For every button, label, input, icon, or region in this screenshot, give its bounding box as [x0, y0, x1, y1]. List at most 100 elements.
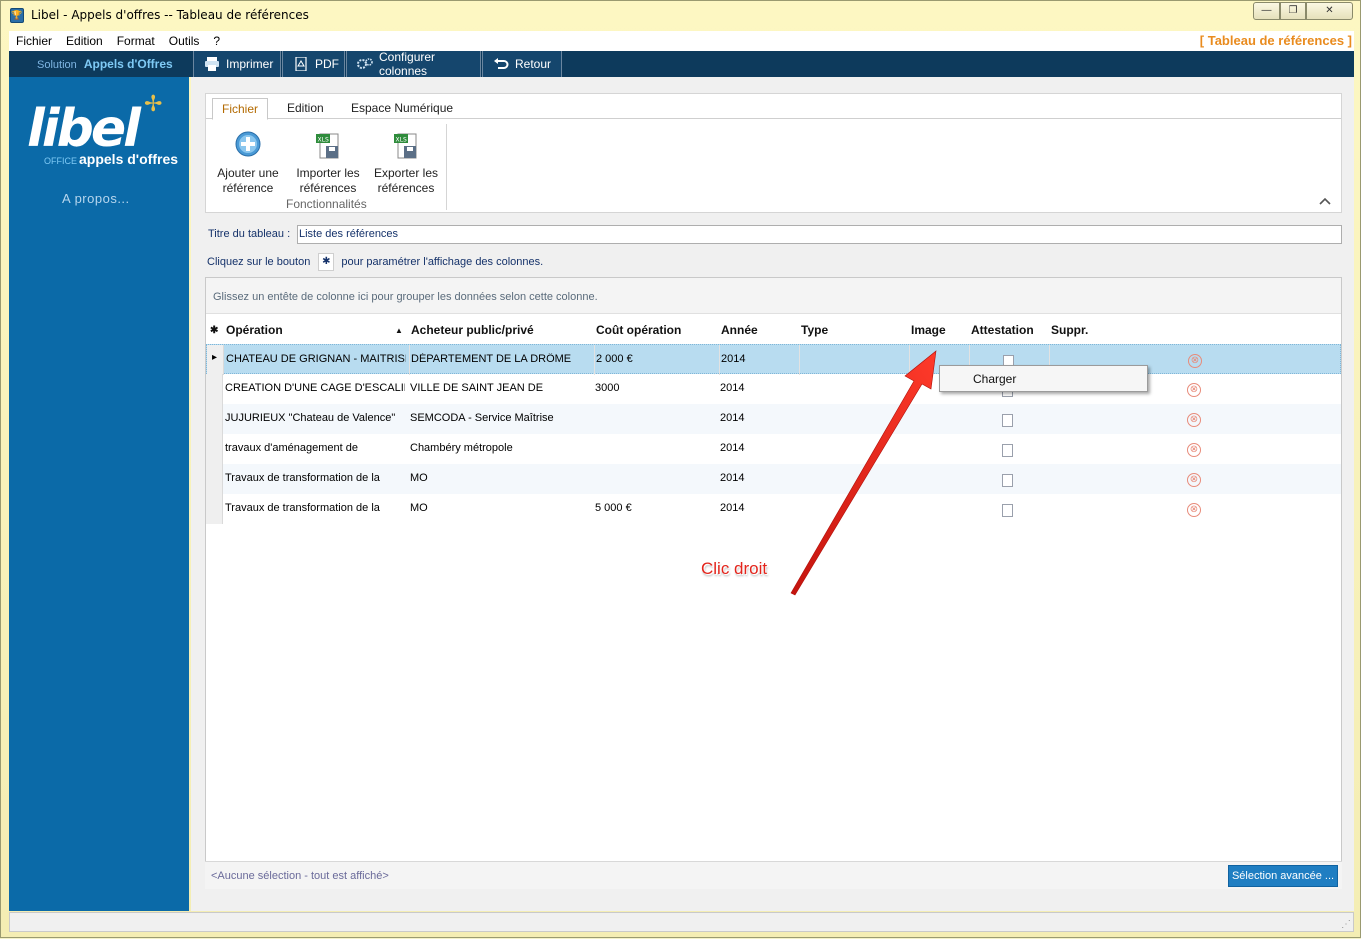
add-reference-line1: Ajouter une [217, 166, 279, 180]
hint-text-before: Cliquez sur le bouton [207, 256, 311, 268]
pdf-button[interactable]: PDF [282, 51, 345, 77]
tab-espace-numerique[interactable]: Espace Numérique [342, 98, 462, 120]
ribbon-tabs: Fichier Edition Espace Numérique [206, 94, 1341, 120]
menu-format[interactable]: Format [110, 34, 162, 48]
attestation-checkbox[interactable] [1002, 504, 1013, 517]
import-references-line2: références [299, 181, 357, 195]
delete-icon[interactable]: ⊗ [1187, 383, 1201, 397]
xls-import-icon: XLS [312, 130, 344, 162]
delete-icon[interactable]: ⊗ [1187, 473, 1201, 487]
header-suppr[interactable]: Suppr. [1051, 323, 1088, 337]
header-image[interactable]: Image [911, 323, 946, 337]
header-operation[interactable]: Opération [226, 323, 283, 337]
table-row[interactable]: CREATION D'UNE CAGE D'ESCALIER VILLE DE … [206, 374, 1341, 404]
export-references-line2: références [377, 181, 435, 195]
main-content: Fichier Edition Espace Numérique Ajouter… [191, 77, 1354, 911]
cell-divider [799, 345, 800, 375]
cell-divider [909, 345, 910, 375]
cell-operation: Travaux de transformation de la [225, 472, 380, 484]
logo-office: OFFICE [44, 156, 77, 166]
collapse-ribbon-icon[interactable] [1319, 194, 1331, 208]
cell-acheteur: VILLE DE SAINT JEAN DE [410, 382, 544, 394]
header-cout[interactable]: Coût opération [596, 323, 681, 337]
selection-status: <Aucune sélection - tout est affiché> [211, 870, 389, 882]
cell-divider [594, 345, 595, 375]
menu-help[interactable]: ? [206, 34, 227, 48]
attestation-checkbox[interactable] [1002, 474, 1013, 487]
row-indicator [206, 404, 223, 434]
header-annee[interactable]: Année [721, 323, 758, 337]
group-by-panel[interactable]: Glissez un entête de colonne ici pour gr… [206, 278, 1341, 314]
sort-ascending-icon: ▲ [395, 326, 403, 335]
cell-annee: 2014 [720, 502, 745, 514]
main-toolbar: Solution Appels d'Offres Imprimer PDF Co… [9, 50, 1354, 78]
status-bar: ⋰ [9, 912, 1354, 932]
import-references-line1: Importer les [296, 166, 360, 180]
row-indicator [207, 345, 224, 375]
delete-icon[interactable]: ⊗ [1187, 503, 1201, 517]
about-link[interactable]: A propos... [62, 191, 130, 206]
dragonfly-logo-icon: ✢ [144, 91, 163, 116]
svg-text:XLS: XLS [396, 137, 407, 144]
gears-icon [357, 57, 373, 71]
tab-edition[interactable]: Edition [278, 98, 333, 120]
column-chooser-icon[interactable]: ✱ [210, 325, 218, 336]
menu-fichier[interactable]: Fichier [9, 34, 59, 48]
add-reference-button[interactable]: Ajouter une référence [210, 130, 286, 196]
attestation-checkbox[interactable] [1002, 444, 1013, 457]
menu-outils[interactable]: Outils [162, 34, 207, 48]
import-references-button[interactable]: XLS Importer les références [290, 130, 366, 196]
references-grid: Glissez un entête de colonne ici pour gr… [205, 277, 1342, 889]
back-button[interactable]: Retour [482, 51, 562, 77]
table-row[interactable]: Travaux de transformation de la MO 2014 … [206, 464, 1341, 494]
context-menu-charger[interactable]: Charger [973, 372, 1016, 386]
cell-divider [719, 345, 720, 375]
add-reference-line2: référence [222, 181, 274, 195]
tab-fichier[interactable]: Fichier [212, 98, 269, 120]
app-trophy-icon: 🏆 [10, 8, 24, 23]
delete-icon[interactable]: ⊗ [1188, 354, 1202, 368]
ribbon-group-label: Fonctionnalités [286, 197, 367, 211]
logo-appels: appels d'offres [79, 151, 179, 167]
attestation-checkbox[interactable] [1002, 414, 1013, 427]
resize-grip-icon[interactable]: ⋰ [1341, 919, 1351, 930]
table-row[interactable]: Travaux de transformation de la MO 5 000… [206, 494, 1341, 524]
delete-icon[interactable]: ⊗ [1187, 413, 1201, 427]
cell-operation: JUJURIEUX "Chateau de Valence" [225, 412, 396, 424]
cell-acheteur: SEMCODA - Service Maîtrise [410, 412, 554, 424]
export-references-button[interactable]: XLS Exporter les références [368, 130, 444, 196]
menu-bar: Fichier Edition Format Outils ? [ Tablea… [9, 31, 1354, 51]
header-attestation[interactable]: Attestation [971, 323, 1034, 337]
export-references-line1: Exporter les [373, 166, 439, 180]
column-config-button[interactable]: ✱ [318, 253, 335, 271]
group-by-hint: Glissez un entête de colonne ici pour gr… [213, 291, 598, 303]
minimize-button[interactable]: — [1253, 2, 1280, 20]
cell-acheteur: Chambéry métropole [410, 442, 513, 454]
table-title-input[interactable]: Liste des références [297, 225, 1342, 244]
ribbon: Fichier Edition Espace Numérique Ajouter… [205, 93, 1342, 213]
delete-icon[interactable]: ⊗ [1187, 443, 1201, 457]
advanced-selection-button[interactable]: Sélection avancée ... [1228, 865, 1338, 887]
header-acheteur[interactable]: Acheteur public/privé [411, 323, 534, 337]
libel-logo: libel [27, 99, 141, 159]
maximize-button[interactable]: ❐ [1280, 2, 1306, 20]
close-button[interactable]: ✕ [1306, 2, 1353, 20]
table-title-label: Titre du tableau : [208, 228, 291, 240]
configure-columns-button[interactable]: Configurer colonnes [346, 50, 481, 78]
table-row[interactable]: travaux d'aménagement de Chambéry métrop… [206, 434, 1341, 464]
menu-edition[interactable]: Edition [59, 34, 110, 48]
cell-operation: Travaux de transformation de la [225, 502, 380, 514]
table-row[interactable]: JUJURIEUX "Chateau de Valence" SEMCODA -… [206, 404, 1341, 434]
cell-operation: travaux d'aménagement de [225, 442, 358, 454]
header-type[interactable]: Type [801, 323, 828, 337]
add-circle-icon [232, 130, 264, 162]
back-label: Retour [515, 57, 552, 71]
cell-cout: 3000 [595, 382, 620, 394]
cell-operation: CHATEAU DE GRIGNAN - MAITRISE [226, 353, 406, 365]
print-button[interactable]: Imprimer [193, 51, 281, 77]
cell-acheteur: DÉPARTEMENT DE LA DRÔME [411, 353, 572, 365]
cell-divider [409, 345, 410, 375]
table-row[interactable]: CHATEAU DE GRIGNAN - MAITRISE DÉPARTEMEN… [206, 344, 1341, 375]
grid-footer: <Aucune sélection - tout est affiché> Sé… [205, 861, 1342, 889]
print-label: Imprimer [226, 57, 274, 71]
